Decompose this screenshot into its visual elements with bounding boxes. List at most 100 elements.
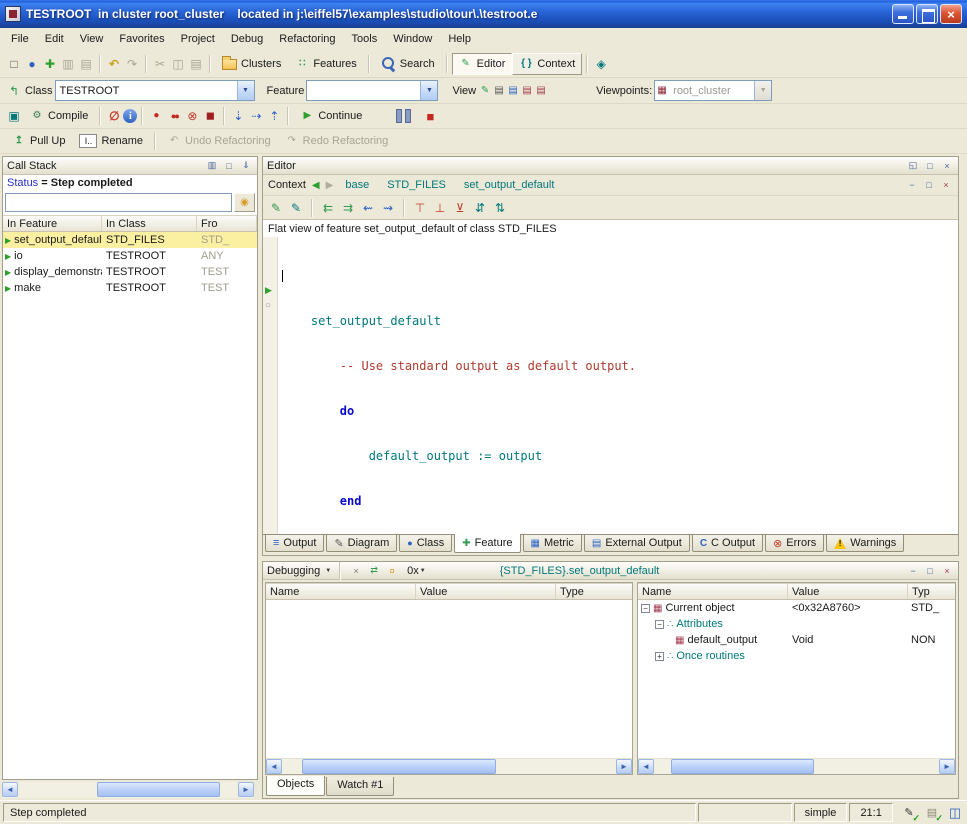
scroll-thumb[interactable] bbox=[97, 782, 220, 797]
tab-class[interactable]: ●Class bbox=[399, 535, 452, 552]
column-value[interactable]: Value bbox=[416, 584, 556, 599]
scroll-right-button[interactable]: ► bbox=[939, 759, 955, 774]
code-line[interactable]: set_output_default bbox=[282, 314, 958, 329]
scroll-track[interactable] bbox=[282, 759, 616, 774]
search-button[interactable]: Search bbox=[374, 53, 442, 75]
implementers-icon[interactable]: ⇵ bbox=[471, 199, 489, 217]
open-icon[interactable]: ● bbox=[23, 55, 41, 73]
continue-button[interactable]: ▶ Continue bbox=[293, 105, 369, 127]
scroll-right-button[interactable]: ► bbox=[616, 759, 632, 774]
debugging-titlebar[interactable]: Debugging ▼ × ⇄ ¤ 0x▼ {STD_FILES}.set_ou… bbox=[263, 562, 958, 580]
step-out-icon[interactable]: ⇡ bbox=[265, 107, 283, 125]
menu-project[interactable]: Project bbox=[173, 30, 223, 48]
objects-hscrollbar[interactable]: ◄ ► bbox=[638, 758, 955, 774]
debug-menu-icon[interactable]: ▣ bbox=[5, 107, 23, 125]
scroll-right-button[interactable]: ► bbox=[238, 782, 254, 797]
view-basic-icon[interactable]: ▤ bbox=[492, 84, 506, 98]
tab-feature[interactable]: ✚Feature bbox=[454, 534, 520, 553]
scroll-track[interactable] bbox=[654, 759, 939, 774]
scroll-thumb[interactable] bbox=[302, 759, 496, 774]
tab-metric[interactable]: ▦Metric bbox=[523, 535, 582, 552]
call-stack-row[interactable]: ▶display_demonstrat... TESTROOT TEST bbox=[3, 264, 257, 280]
call-stack-hscrollbar[interactable]: ◄ ► bbox=[2, 782, 254, 798]
undo-icon[interactable]: ↶ bbox=[105, 55, 123, 73]
clusters-button[interactable]: Clusters bbox=[215, 53, 288, 75]
redo-icon[interactable]: ↷ bbox=[123, 55, 141, 73]
close-pane-icon[interactable]: × bbox=[939, 179, 953, 192]
new-expression-icon[interactable]: ¤ bbox=[385, 564, 399, 577]
menu-edit[interactable]: Edit bbox=[37, 30, 72, 48]
diagram-tool-icon[interactable]: ◈ bbox=[592, 55, 610, 73]
scroll-left-button[interactable]: ◄ bbox=[266, 759, 282, 774]
view-editable-icon[interactable]: ✎ bbox=[478, 84, 492, 98]
context-button[interactable]: { } Context bbox=[512, 53, 582, 75]
hex-format-button[interactable]: 0x▼ bbox=[407, 565, 426, 577]
tab-output[interactable]: ≡Output bbox=[265, 535, 324, 552]
minimize-pane-icon[interactable]: − bbox=[905, 179, 919, 192]
column-in-class[interactable]: In Class bbox=[102, 216, 197, 231]
object-tree-row[interactable]: −▦Current object <0x32A8760> STD_ bbox=[638, 600, 955, 616]
feature-combo-arrow[interactable]: ▼ bbox=[420, 81, 437, 100]
scroll-left-button[interactable]: ◄ bbox=[2, 782, 18, 797]
breadcrumb-feature[interactable]: set_output_default bbox=[464, 179, 555, 191]
ignore-breakpoints-icon[interactable]: ∅ bbox=[105, 107, 123, 125]
viewpoints-combo[interactable]: ▦ root_cluster ▼ bbox=[654, 80, 772, 101]
info-icon[interactable]: i bbox=[123, 109, 137, 123]
debugging-menu-arrow-icon[interactable]: ▼ bbox=[325, 568, 331, 574]
pick-and-drop-icon[interactable]: ↰ bbox=[5, 82, 23, 100]
undo-refactoring-button[interactable]: ↶ Undo Refactoring bbox=[160, 130, 278, 152]
enable-breakpoints-icon[interactable]: ● bbox=[147, 107, 165, 125]
new-window-icon[interactable]: □ bbox=[5, 55, 23, 73]
column-from[interactable]: Fro bbox=[197, 216, 257, 231]
dock-icon[interactable]: □ bbox=[222, 159, 236, 172]
code-line[interactable]: do bbox=[282, 404, 958, 419]
collapse-icon[interactable]: − bbox=[655, 620, 664, 629]
paste-icon[interactable]: ▤ bbox=[187, 55, 205, 73]
editor-button[interactable]: ✎ Editor bbox=[452, 53, 513, 75]
column-name[interactable]: Name bbox=[266, 584, 416, 599]
object-tree-row[interactable]: −∴Attributes bbox=[638, 616, 955, 632]
tab-diagram[interactable]: ✎Diagram bbox=[326, 535, 397, 552]
column-value[interactable]: Value bbox=[788, 584, 908, 599]
call-stack-row[interactable]: ▶make TESTROOT TEST bbox=[3, 280, 257, 296]
pause-icon[interactable] bbox=[395, 109, 411, 123]
add-project-icon[interactable]: ✚ bbox=[41, 55, 59, 73]
cut-icon[interactable]: ✂ bbox=[151, 55, 169, 73]
assignees-icon[interactable]: ⇝ bbox=[379, 199, 397, 217]
import-stack-icon[interactable]: ⇓ bbox=[239, 159, 253, 172]
undock-icon[interactable]: ◱ bbox=[906, 159, 920, 172]
edit-feature-icon[interactable]: ✎ bbox=[267, 199, 285, 217]
pull-up-button[interactable]: ↥ Pull Up bbox=[5, 130, 72, 152]
callees-icon[interactable]: ⇉ bbox=[339, 199, 357, 217]
tab-external-output[interactable]: ▤External Output bbox=[584, 535, 690, 552]
code-line[interactable]: default_output := output bbox=[282, 449, 958, 464]
editor-titlebar[interactable]: Editor ◱ □ × bbox=[263, 157, 958, 175]
scroll-track[interactable] bbox=[18, 782, 238, 798]
viewpoints-combo-arrow[interactable]: ▼ bbox=[754, 81, 771, 100]
compile-button[interactable]: ⚙ Compile bbox=[23, 105, 95, 127]
new-feature-icon[interactable]: ✎ bbox=[287, 199, 305, 217]
breadcrumb-library[interactable]: base bbox=[345, 179, 369, 191]
menu-window[interactable]: Window bbox=[385, 30, 440, 48]
column-type[interactable]: Typ bbox=[908, 584, 955, 599]
menu-favorites[interactable]: Favorites bbox=[111, 30, 172, 48]
ancestors-icon[interactable]: ⊤ bbox=[411, 199, 429, 217]
copy-icon[interactable]: ◫ bbox=[169, 55, 187, 73]
minimize-pane-icon[interactable]: − bbox=[906, 564, 920, 577]
tab-objects[interactable]: Objects bbox=[266, 776, 325, 796]
history-forward-icon[interactable]: ▶ bbox=[326, 180, 334, 191]
features-button[interactable]: ∷ Features bbox=[288, 53, 363, 75]
close-window-button[interactable]: × bbox=[940, 4, 962, 24]
class-combo-arrow[interactable]: ▼ bbox=[237, 81, 254, 100]
redo-refactoring-button[interactable]: ↷ Redo Refactoring bbox=[278, 130, 396, 152]
class-combo[interactable]: TESTROOT ▼ bbox=[55, 80, 255, 101]
object-tree-row[interactable]: ▦default_output Void NON bbox=[638, 632, 955, 648]
object-tree-row[interactable]: +∴Once routines bbox=[638, 648, 955, 664]
externals-icon[interactable]: ⇅ bbox=[491, 199, 509, 217]
callers-icon[interactable]: ⇇ bbox=[319, 199, 337, 217]
step-over-icon[interactable]: ⇢ bbox=[247, 107, 265, 125]
remove-breakpoints-icon[interactable]: ⊗ bbox=[183, 107, 201, 125]
column-type[interactable]: Type bbox=[556, 584, 632, 599]
assigners-icon[interactable]: ⇜ bbox=[359, 199, 377, 217]
tab-watch-1[interactable]: Watch #1 bbox=[326, 777, 394, 796]
